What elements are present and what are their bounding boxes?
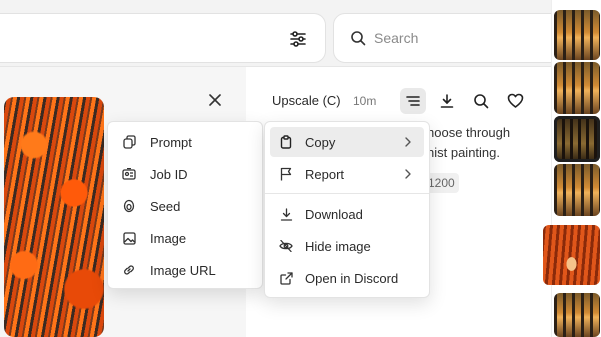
close-button[interactable] bbox=[205, 90, 225, 110]
job-time: 10m bbox=[353, 94, 377, 108]
prompt-line-1: hoose through bbox=[427, 125, 511, 140]
chevron-right-icon bbox=[402, 167, 414, 181]
report-menu-label: Report bbox=[305, 166, 345, 182]
image-options-menu: Copy Report Download Hide image Open in … bbox=[264, 121, 430, 298]
copy-image-item[interactable]: Image bbox=[113, 223, 257, 253]
image-icon bbox=[121, 230, 137, 246]
search-input[interactable] bbox=[374, 30, 554, 46]
prompt-line-2: nist painting. bbox=[427, 145, 500, 160]
copy-seed-item[interactable]: Seed bbox=[113, 191, 257, 221]
main-image[interactable] bbox=[4, 97, 104, 337]
heart-icon bbox=[507, 93, 523, 108]
thumbnail-strip bbox=[543, 0, 601, 337]
copy-submenu: Prompt Job ID Seed Image Image URL bbox=[107, 121, 263, 289]
flag-icon bbox=[278, 166, 294, 182]
hide-image-menu-item[interactable]: Hide image bbox=[270, 231, 424, 261]
options-button[interactable] bbox=[400, 88, 426, 114]
chevron-right-icon bbox=[402, 135, 414, 149]
thumbnail[interactable] bbox=[554, 164, 600, 216]
filter-bar bbox=[0, 13, 326, 63]
report-menu-item[interactable]: Report bbox=[270, 159, 424, 189]
search-box[interactable] bbox=[333, 13, 573, 63]
action-toolbar bbox=[400, 88, 528, 114]
thumbnail[interactable] bbox=[543, 225, 600, 285]
thumbnail[interactable] bbox=[554, 293, 600, 337]
seed-icon bbox=[121, 198, 137, 214]
search-icon bbox=[351, 31, 366, 46]
open-in-discord-menu-label: Open in Discord bbox=[305, 270, 399, 286]
open-in-discord-menu-item[interactable]: Open in Discord bbox=[270, 263, 424, 293]
job-title: Upscale (C) bbox=[272, 93, 341, 108]
menu-divider bbox=[265, 193, 429, 194]
thumbnail[interactable] bbox=[554, 62, 600, 114]
copy-job-id-label: Job ID bbox=[150, 166, 188, 182]
external-link-icon bbox=[278, 270, 294, 286]
close-icon bbox=[209, 94, 221, 106]
copy-menu-label: Copy bbox=[305, 134, 336, 150]
menu-lines-icon bbox=[406, 96, 420, 106]
download-icon bbox=[440, 94, 454, 108]
link-icon bbox=[121, 262, 137, 278]
clipboard-icon bbox=[278, 134, 294, 150]
download-icon bbox=[278, 206, 294, 222]
sliders-icon bbox=[290, 31, 306, 47]
copy-job-id-item[interactable]: Job ID bbox=[113, 159, 257, 189]
id-card-icon bbox=[121, 166, 137, 182]
search-icon bbox=[474, 94, 489, 109]
copy-image-url-item[interactable]: Image URL bbox=[113, 255, 257, 285]
hide-image-menu-label: Hide image bbox=[305, 238, 371, 254]
copy-prompt-item[interactable]: Prompt bbox=[113, 127, 257, 157]
download-menu-label: Download bbox=[305, 206, 363, 222]
filter-button[interactable] bbox=[283, 26, 313, 52]
thumbnail-selected[interactable] bbox=[554, 116, 600, 162]
eye-off-icon bbox=[278, 238, 294, 254]
copy-prompt-label: Prompt bbox=[150, 134, 192, 150]
prompt-text: hoose through nist painting. bbox=[427, 123, 551, 163]
copy-icon bbox=[121, 134, 137, 150]
copy-menu-item[interactable]: Copy bbox=[270, 127, 424, 157]
copy-seed-label: Seed bbox=[150, 198, 181, 214]
copy-image-url-label: Image URL bbox=[150, 262, 216, 278]
like-button[interactable] bbox=[502, 88, 528, 114]
download-menu-item[interactable]: Download bbox=[270, 199, 424, 229]
thumbnail[interactable] bbox=[554, 10, 600, 60]
search-similar-button[interactable] bbox=[468, 88, 494, 114]
copy-image-label: Image bbox=[150, 230, 187, 246]
download-button[interactable] bbox=[434, 88, 460, 114]
